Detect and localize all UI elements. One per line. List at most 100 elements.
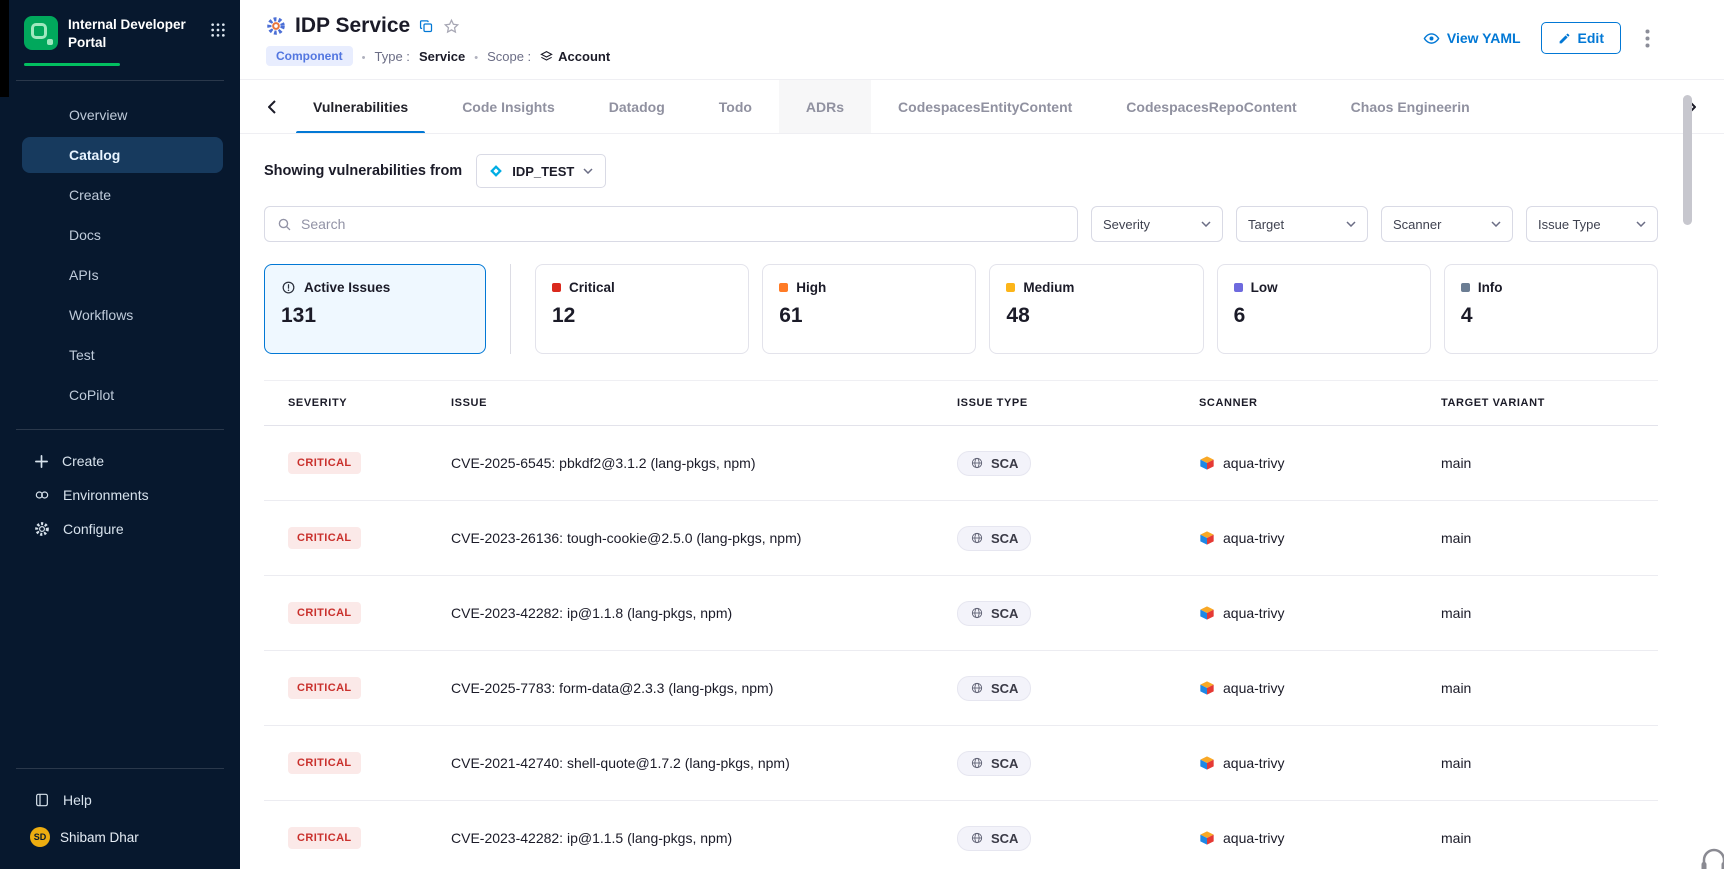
table-row[interactable]: CRITICAL CVE-2025-6545: pbkdf2@3.1.2 (la… bbox=[264, 426, 1658, 501]
more-options-icon[interactable] bbox=[1641, 27, 1654, 50]
copy-icon[interactable] bbox=[419, 19, 434, 34]
column-scanner: SCANNER bbox=[1199, 397, 1441, 409]
target-variant: main bbox=[1441, 455, 1658, 471]
sidebar-action-environments[interactable]: Environments bbox=[0, 478, 240, 512]
help-button[interactable]: Help bbox=[0, 783, 240, 817]
chevron-down-icon bbox=[1636, 221, 1646, 227]
scope-label: Scope : bbox=[487, 49, 531, 64]
active-issues-card[interactable]: Active Issues 131 bbox=[264, 264, 486, 354]
sca-icon bbox=[970, 681, 984, 695]
severity-badge: CRITICAL bbox=[288, 752, 361, 774]
sidebar-action-create[interactable]: Create bbox=[0, 444, 240, 478]
issue-text: CVE-2023-42282: ip@1.1.5 (lang-pkgs, npm… bbox=[451, 830, 957, 846]
high-color-swatch bbox=[779, 283, 788, 292]
tab-vulnerabilities[interactable]: Vulnerabilities bbox=[286, 80, 435, 134]
scanner-cell: aqua-trivy bbox=[1199, 605, 1441, 621]
tab-datadog[interactable]: Datadog bbox=[582, 80, 692, 134]
severity-badge: CRITICAL bbox=[288, 527, 361, 549]
chevron-left-icon[interactable] bbox=[258, 93, 286, 121]
sidebar-item-overview[interactable]: Overview bbox=[22, 97, 223, 133]
sca-icon bbox=[970, 456, 984, 470]
severity-filter[interactable]: Severity bbox=[1091, 206, 1223, 242]
tab-code-insights[interactable]: Code Insights bbox=[435, 80, 582, 134]
divider bbox=[510, 264, 511, 354]
tab-codespaces-entity-content[interactable]: CodespacesEntityContent bbox=[871, 80, 1099, 134]
sidebar-item-docs[interactable]: Docs bbox=[22, 217, 223, 253]
search-input[interactable] bbox=[301, 216, 1065, 232]
edit-button[interactable]: Edit bbox=[1541, 22, 1621, 54]
project-dropdown[interactable]: IDP_TEST bbox=[476, 154, 606, 188]
sidebar-item-workflows[interactable]: Workflows bbox=[22, 297, 223, 333]
page-title: IDP Service bbox=[295, 14, 410, 38]
trivy-icon bbox=[1199, 605, 1215, 621]
table-row[interactable]: CRITICAL CVE-2023-42282: ip@1.1.8 (lang-… bbox=[264, 576, 1658, 651]
sidebar-item-copilot[interactable]: CoPilot bbox=[22, 377, 223, 413]
high-card[interactable]: High 61 bbox=[762, 264, 976, 354]
column-target-variant: TARGET VARIANT bbox=[1441, 397, 1658, 409]
plus-icon bbox=[34, 454, 49, 469]
view-yaml-button[interactable]: View YAML bbox=[1423, 30, 1521, 47]
medium-card[interactable]: Medium 48 bbox=[989, 264, 1203, 354]
issue-type-filter[interactable]: Issue Type bbox=[1526, 206, 1658, 242]
sidebar-item-catalog[interactable]: Catalog bbox=[22, 137, 223, 173]
scanner-cell: aqua-trivy bbox=[1199, 830, 1441, 846]
divider bbox=[16, 768, 224, 769]
user-menu[interactable]: SD Shibam Dhar bbox=[0, 817, 240, 859]
sidebar-action-configure[interactable]: Configure bbox=[0, 512, 240, 546]
chevron-down-icon bbox=[1346, 221, 1356, 227]
search-box bbox=[264, 206, 1078, 242]
pencil-icon bbox=[1558, 32, 1571, 45]
issue-text: CVE-2021-42740: shell-quote@1.7.2 (lang-… bbox=[451, 755, 957, 771]
divider bbox=[16, 429, 224, 430]
app-window: Internal Developer Portal Overview Catal… bbox=[0, 0, 1724, 869]
severity-badge: CRITICAL bbox=[288, 827, 361, 849]
tab-todo[interactable]: Todo bbox=[692, 80, 779, 134]
sidebar-item-test[interactable]: Test bbox=[22, 337, 223, 373]
entity-header: IDP Service Component Type : Service Sco… bbox=[240, 0, 1724, 80]
critical-count: 12 bbox=[552, 304, 732, 328]
table-row[interactable]: CRITICAL CVE-2021-42740: shell-quote@1.7… bbox=[264, 726, 1658, 801]
vertical-scrollbar[interactable] bbox=[1683, 95, 1692, 225]
tab-codespaces-repo-content[interactable]: CodespacesRepoContent bbox=[1099, 80, 1323, 134]
severity-badge: CRITICAL bbox=[288, 677, 361, 699]
table-row[interactable]: CRITICAL CVE-2023-42282: ip@1.1.5 (lang-… bbox=[264, 801, 1658, 869]
scope-value: Account bbox=[558, 49, 610, 64]
user-name: Shibam Dhar bbox=[60, 830, 139, 845]
target-filter[interactable]: Target bbox=[1236, 206, 1368, 242]
sidebar-nav: Overview Catalog Create Docs APIs Workfl… bbox=[0, 95, 240, 415]
critical-color-swatch bbox=[552, 283, 561, 292]
dot-separator bbox=[362, 49, 366, 64]
low-card[interactable]: Low 6 bbox=[1217, 264, 1431, 354]
high-count: 61 bbox=[779, 304, 959, 328]
target-variant: main bbox=[1441, 605, 1658, 621]
active-issues-count: 131 bbox=[281, 304, 469, 328]
column-issue-type: ISSUE TYPE bbox=[957, 397, 1199, 409]
issue-type-badge: SCA bbox=[957, 676, 1031, 701]
severity-badge: CRITICAL bbox=[288, 602, 361, 624]
target-variant: main bbox=[1441, 530, 1658, 546]
critical-card[interactable]: Critical 12 bbox=[535, 264, 749, 354]
service-gear-icon bbox=[266, 16, 286, 36]
issue-text: CVE-2025-6545: pbkdf2@3.1.2 (lang-pkgs, … bbox=[451, 455, 957, 471]
idp-logo bbox=[24, 16, 58, 50]
trivy-icon bbox=[1199, 530, 1215, 546]
issue-text: CVE-2023-42282: ip@1.1.8 (lang-pkgs, npm… bbox=[451, 605, 957, 621]
table-row[interactable]: CRITICAL CVE-2023-26136: tough-cookie@2.… bbox=[264, 501, 1658, 576]
issue-text: CVE-2023-26136: tough-cookie@2.5.0 (lang… bbox=[451, 530, 957, 546]
issue-type-badge: SCA bbox=[957, 601, 1031, 626]
table-row[interactable]: CRITICAL CVE-2025-7783: form-data@2.3.3 … bbox=[264, 651, 1658, 726]
tab-adrs[interactable]: ADRs bbox=[779, 80, 871, 134]
tab-chaos-engineering[interactable]: Chaos Engineerin bbox=[1324, 80, 1497, 134]
support-headset-icon[interactable] bbox=[1699, 845, 1724, 869]
severity-badge: CRITICAL bbox=[288, 452, 361, 474]
star-icon[interactable] bbox=[443, 18, 460, 35]
chevron-down-icon bbox=[583, 168, 593, 174]
column-severity: SEVERITY bbox=[288, 397, 451, 409]
sidebar-item-create[interactable]: Create bbox=[22, 177, 223, 213]
left-edge-strip bbox=[0, 0, 9, 97]
sidebar-footer: Help SD Shibam Dhar bbox=[0, 754, 240, 869]
info-card[interactable]: Info 4 bbox=[1444, 264, 1658, 354]
sidebar-item-apis[interactable]: APIs bbox=[22, 257, 223, 293]
apps-grid-icon[interactable] bbox=[210, 22, 226, 38]
scanner-filter[interactable]: Scanner bbox=[1381, 206, 1513, 242]
